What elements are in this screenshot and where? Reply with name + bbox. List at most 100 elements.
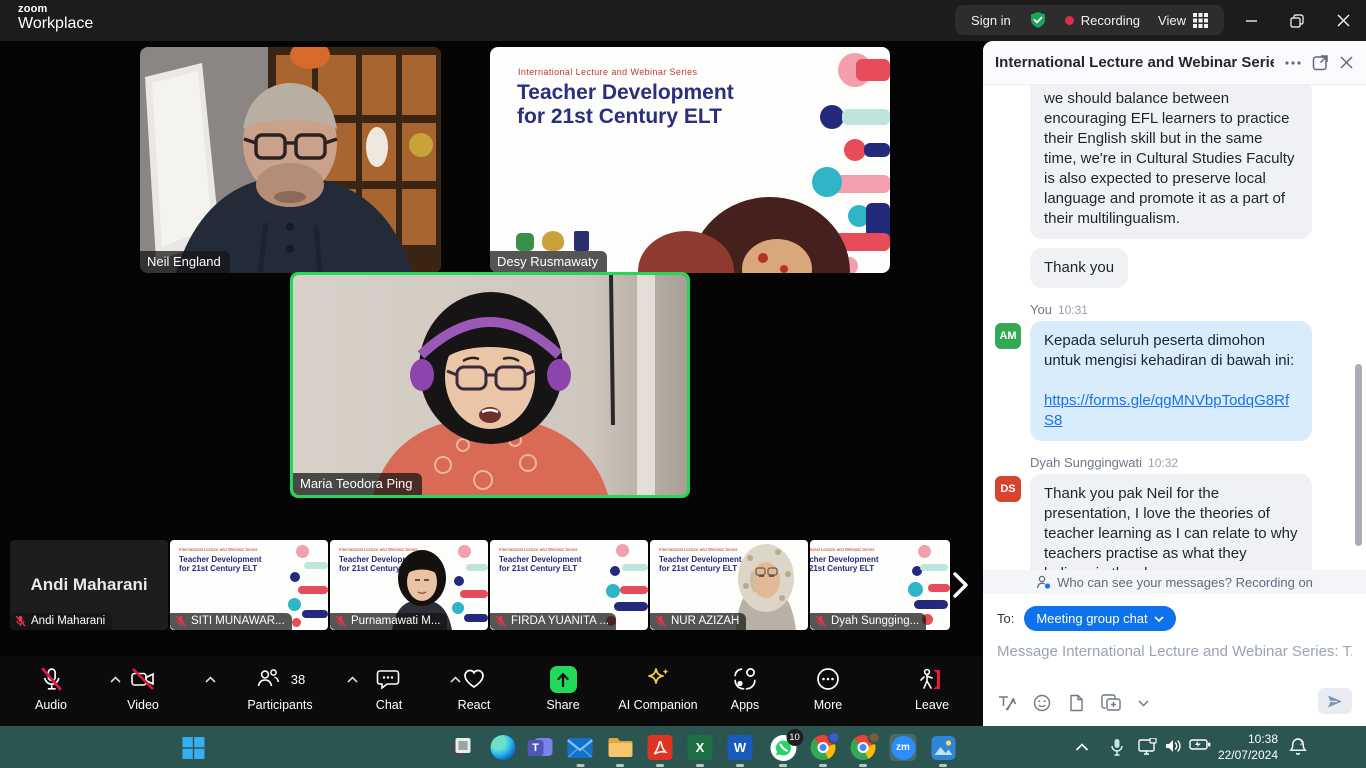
leave-button[interactable]: Leave — [877, 664, 987, 712]
edge-icon[interactable] — [490, 734, 517, 761]
view-button[interactable]: View — [1158, 13, 1208, 28]
start-button[interactable] — [180, 734, 207, 761]
tray-display-icon[interactable] — [1138, 738, 1158, 761]
send-button[interactable] — [1318, 688, 1352, 714]
chat-message-bubble[interactable]: Thank you — [1030, 248, 1128, 288]
chat-messages[interactable]: we should balance between encouraging EF… — [983, 85, 1366, 570]
clock-time: 10:38 — [1218, 731, 1278, 747]
name-tag: FIRDA YUANITA ... — [490, 613, 616, 630]
running-indicator — [616, 764, 624, 767]
excel-icon[interactable]: X — [687, 734, 714, 761]
video-label: Video — [127, 698, 159, 712]
chat-header: International Lecture and Webinar Series… — [983, 41, 1366, 85]
zoom-taskbar-icon-active[interactable]: zm — [890, 734, 917, 761]
participants-label: Participants — [247, 698, 312, 712]
task-view-button[interactable] — [447, 734, 474, 761]
minimize-button[interactable] — [1228, 0, 1274, 41]
camera-muted-icon — [129, 666, 157, 692]
send-to-selector[interactable]: Meeting group chat — [1024, 606, 1175, 631]
message-text: Thank you — [1044, 259, 1114, 276]
chevron-down-icon — [1154, 616, 1164, 622]
recording-indicator[interactable]: Recording — [1065, 13, 1140, 28]
mini-slide-title: Teacher Developmentfor 21st Century ELT — [179, 555, 262, 573]
video-tile-desy-rusmawaty[interactable]: International Lecture and Webinar Series… — [490, 47, 890, 273]
participants-icon — [255, 666, 281, 692]
more-label: More — [814, 698, 842, 712]
windows-taskbar: 29° Search T — [0, 726, 1366, 768]
slide-title-line2: for 21st Century ELT — [517, 105, 722, 129]
filmstrip-tile-siti-munawar[interactable]: International Lecture and Webinar Series… — [170, 540, 328, 630]
chat-more-icon[interactable] — [1284, 60, 1302, 66]
tray-microphone-icon[interactable] — [1111, 738, 1124, 761]
more-button[interactable]: More — [773, 664, 883, 712]
pop-out-icon[interactable] — [1312, 54, 1329, 71]
filmstrip-tile-andi-maharani[interactable]: Andi Maharani Andi Maharani — [10, 540, 168, 630]
video-tile-maria-teodora-ping-active-speaker[interactable]: Maria Teodora Ping — [290, 272, 690, 498]
sign-in-button[interactable]: Sign in — [971, 13, 1011, 28]
filmstrip-tile-purnamawati[interactable]: International Lecture and Webinar Series… — [330, 540, 488, 630]
chrome-icon-profile2[interactable] — [850, 734, 877, 761]
filmstrip-tile-firda-yuanita[interactable]: International Lecture and Webinar Series… — [490, 540, 648, 630]
attendance-form-link[interactable]: https://forms.gle/qgMNVbpTodqG8RfS8 — [1044, 391, 1298, 431]
chat-close-icon[interactable] — [1339, 55, 1354, 70]
screenshot-icon[interactable] — [1101, 694, 1121, 712]
notification-bell-icon[interactable]: z — [1289, 737, 1307, 761]
filmstrip-next-arrow-button[interactable] — [946, 564, 974, 606]
muted-mic-icon — [175, 615, 186, 627]
participant-name: SITI MUNAWAR... — [191, 615, 285, 627]
filmstrip-tile-nur-azizah[interactable]: International Lecture and Webinar Series… — [650, 540, 808, 630]
restore-button[interactable] — [1274, 0, 1320, 41]
participant-name: Purnamawati M... — [351, 615, 440, 627]
chat-message-bubble[interactable]: Thank you pak Neil for the presentation,… — [1030, 474, 1312, 570]
attach-file-icon[interactable] — [1068, 694, 1084, 712]
format-text-icon[interactable] — [997, 694, 1016, 712]
message-sender-row: You10:31 — [1030, 302, 1352, 317]
to-label: To: — [997, 611, 1014, 626]
tray-expand-chevron[interactable] — [1076, 738, 1089, 756]
view-grid-icon — [1193, 13, 1208, 28]
file-explorer-icon[interactable] — [607, 734, 634, 761]
zoom-workplace-window: zoom Workplace Sign in Recording View — [0, 0, 1366, 768]
taskbar-clock[interactable]: 10:38 22/07/2024 — [1218, 731, 1278, 763]
chat-scrollbar[interactable] — [1355, 364, 1362, 546]
compose-more-chevron[interactable] — [1138, 700, 1149, 707]
running-indicator — [736, 764, 744, 767]
mail-icon[interactable] — [567, 734, 594, 761]
participant-name: Desy Rusmawaty — [497, 254, 598, 269]
chat-title: International Lecture and Webinar Series… — [995, 54, 1274, 71]
security-shield-icon[interactable] — [1029, 11, 1047, 29]
mic-muted-icon — [38, 666, 65, 693]
zoom-workplace-logo: zoom Workplace — [18, 4, 93, 32]
word-icon[interactable]: W — [727, 734, 754, 761]
chat-message-bubble[interactable]: we should balance between encouraging EF… — [1030, 85, 1312, 239]
whatsapp-icon[interactable]: 10 — [770, 734, 797, 761]
name-tag: Maria Teodora Ping — [293, 473, 422, 495]
muted-mic-icon — [495, 615, 506, 627]
slide-series-text: International Lecture and Webinar Series — [518, 67, 697, 77]
name-tag: SITI MUNAWAR... — [170, 613, 292, 630]
video-tile-neil-england[interactable]: Neil England — [140, 47, 441, 273]
video-button[interactable]: Video — [88, 664, 198, 712]
visibility-person-icon — [1036, 575, 1051, 589]
slide-title-line1: Teacher Development — [517, 81, 734, 105]
video-options-chevron[interactable] — [205, 670, 216, 688]
chrome-icon-profile1[interactable] — [810, 734, 837, 761]
photos-icon[interactable] — [930, 734, 957, 761]
close-button[interactable] — [1320, 0, 1366, 41]
compose-toolbar — [997, 694, 1149, 712]
chat-message-bubble[interactable]: Kepada seluruh peserta dimohon untuk men… — [1030, 321, 1312, 441]
teams-icon[interactable]: T — [527, 734, 554, 761]
emoji-icon[interactable] — [1033, 694, 1051, 712]
envelope — [568, 738, 593, 758]
title-bar: zoom Workplace Sign in Recording View — [0, 0, 1366, 41]
adobe-acrobat-icon[interactable] — [647, 734, 674, 761]
participants-button[interactable]: 38 Participants — [225, 664, 335, 712]
participant-name: FIRDA YUANITA ... — [511, 615, 609, 627]
recording-label: Recording — [1081, 13, 1140, 28]
share-button[interactable]: Share — [508, 664, 618, 712]
tray-battery-icon[interactable] — [1189, 738, 1211, 756]
send-icon — [1327, 694, 1343, 709]
tray-volume-icon[interactable] — [1165, 738, 1183, 759]
filmstrip-tile-dyah-sunggingwati[interactable]: International Lecture and Webinar Series… — [810, 540, 950, 630]
message-input[interactable]: Message International Lecture and Webina… — [997, 643, 1352, 660]
